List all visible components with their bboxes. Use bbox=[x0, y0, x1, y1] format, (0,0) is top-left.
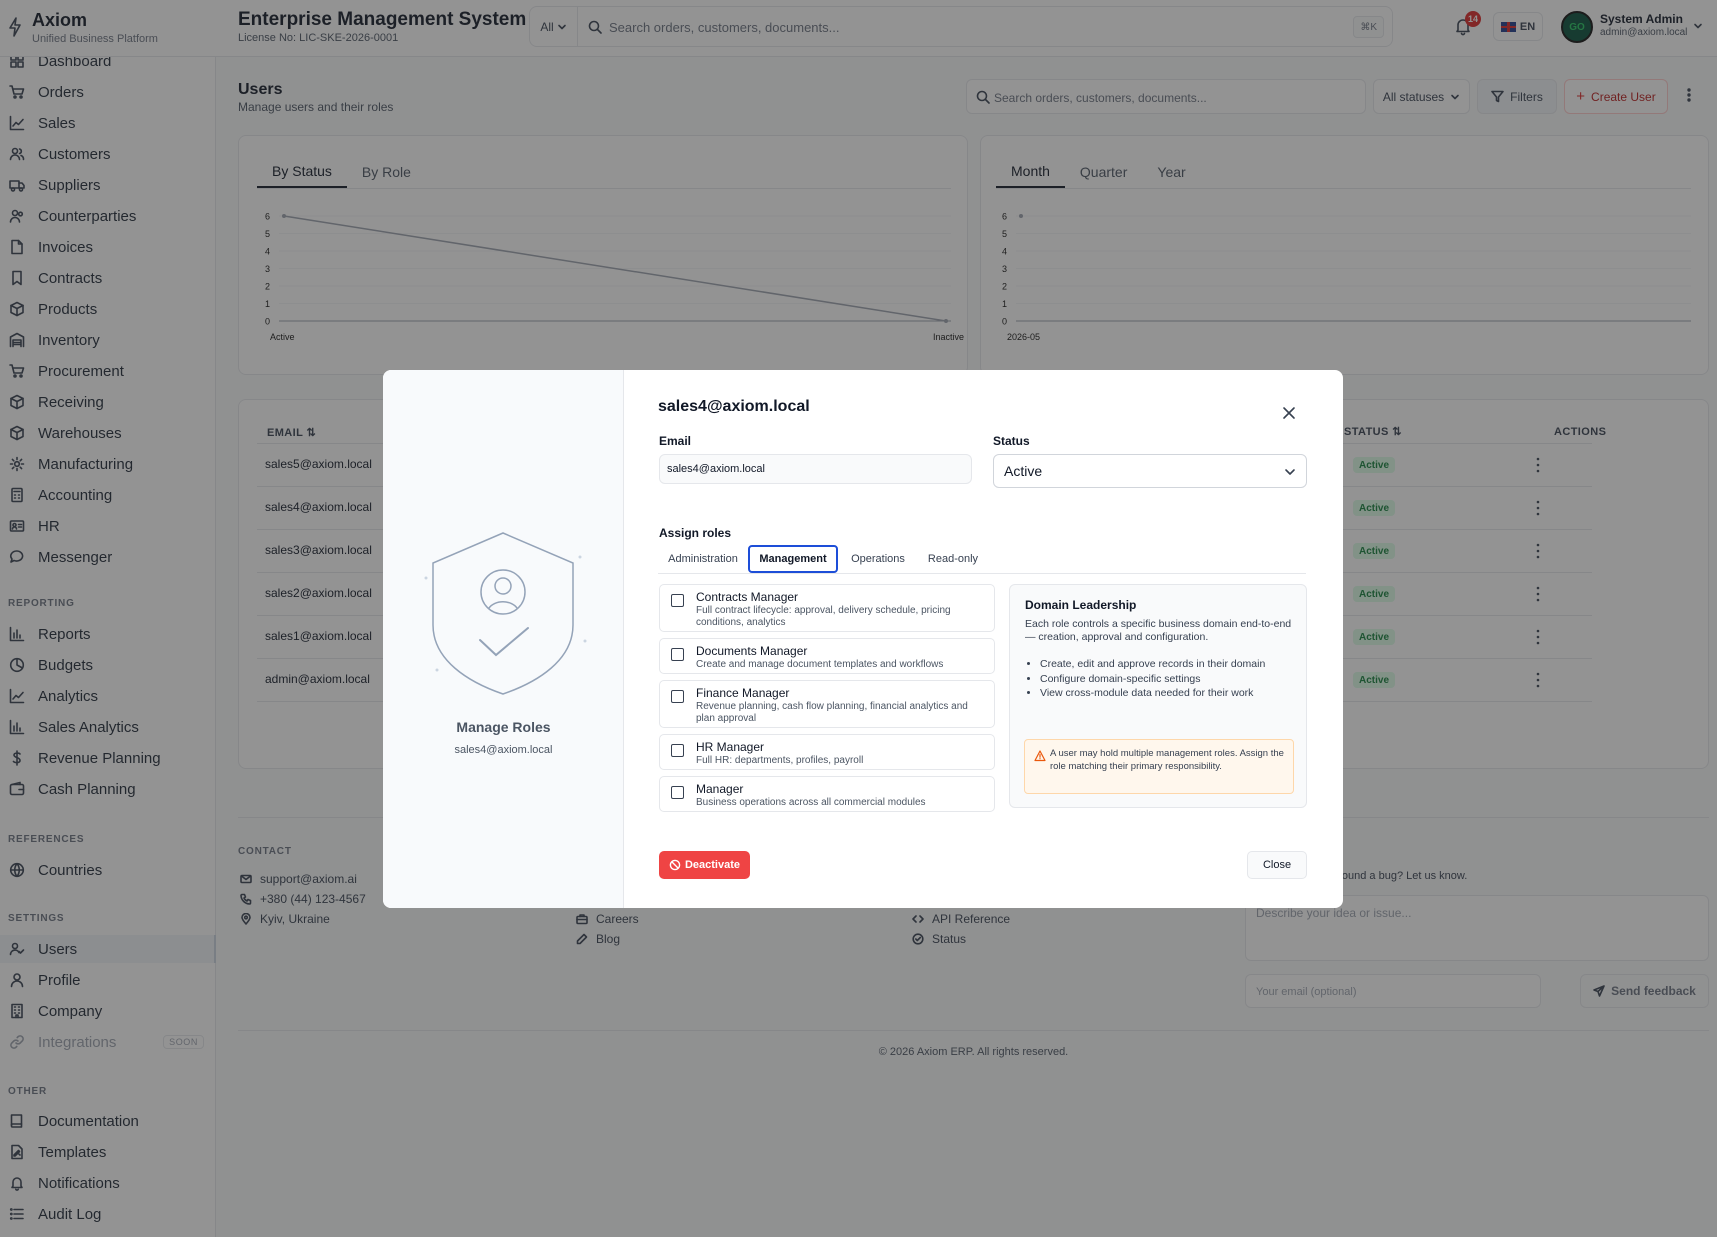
ban-icon bbox=[669, 859, 681, 871]
info-title: Domain Leadership bbox=[1025, 598, 1137, 612]
info-points: Create, edit and approve records in thei… bbox=[1040, 657, 1265, 701]
status-select-value: Active bbox=[1004, 463, 1043, 479]
deactivate-label: Deactivate bbox=[684, 859, 741, 871]
close-icon[interactable] bbox=[1282, 406, 1296, 420]
role-description: Full HR: departments, profiles, payroll bbox=[696, 755, 864, 766]
close-button[interactable]: Close bbox=[1247, 851, 1307, 879]
role-checkbox[interactable] bbox=[671, 786, 684, 799]
shield-user-icon bbox=[424, 532, 587, 695]
app-root: DashboardOrdersSalesCustomersSuppliersCo… bbox=[0, 0, 1717, 1237]
status-label: Status bbox=[993, 434, 1030, 448]
role-description: Create and manage document templates and… bbox=[696, 659, 944, 670]
deactivate-button[interactable]: Deactivate bbox=[659, 851, 750, 879]
role-description: Business operations across all commercia… bbox=[696, 797, 926, 808]
manage-roles-dialog: Manage Roles sales4@axiom.local sales4@a… bbox=[383, 370, 1343, 908]
side-panel-title: Manage Roles bbox=[456, 719, 551, 735]
warning-text: A user may hold multiple management role… bbox=[1050, 748, 1284, 772]
role-option[interactable]: Manager Business operations across all co… bbox=[659, 776, 995, 812]
role-option[interactable]: Finance Manager Revenue planning, cash fl… bbox=[659, 680, 995, 728]
info-description: Each role controls a specific business d… bbox=[1025, 618, 1292, 643]
role-name: HR Manager bbox=[696, 740, 765, 754]
role-option[interactable]: Contracts Manager Full contract lifecycle… bbox=[659, 584, 995, 632]
tab-management[interactable]: Management bbox=[748, 545, 838, 573]
role-option[interactable]: HR Manager Full HR: departments, profiles… bbox=[659, 734, 995, 770]
warning-callout: A user may hold multiple management role… bbox=[1024, 739, 1294, 794]
info-point: View cross-module data needed for their … bbox=[1040, 686, 1265, 701]
role-name: Contracts Manager bbox=[696, 590, 799, 604]
role-description: Full contract lifecycle: approval, deliv… bbox=[696, 605, 951, 628]
role-category-tabs: Administration Management Operations Rea… bbox=[658, 545, 1306, 574]
chevron-down-icon bbox=[1285, 469, 1295, 475]
role-name: Documents Manager bbox=[696, 644, 808, 658]
role-checkbox[interactable] bbox=[671, 744, 684, 757]
tab-operations[interactable]: Operations bbox=[840, 545, 916, 573]
dialog-title: sales4@axiom.local bbox=[658, 398, 810, 415]
email-label: Email bbox=[659, 434, 692, 448]
tab-administration[interactable]: Administration bbox=[658, 545, 748, 573]
tab-read-only[interactable]: Read-only bbox=[918, 545, 988, 573]
status-select[interactable]: Active bbox=[993, 454, 1307, 488]
role-name: Manager bbox=[696, 782, 744, 796]
email-field[interactable]: sales4@axiom.local bbox=[659, 454, 972, 484]
role-info-panel: Domain Leadership Each role controls a s… bbox=[1009, 584, 1307, 808]
dialog-side-panel: Manage Roles sales4@axiom.local bbox=[383, 370, 624, 908]
role-checkbox[interactable] bbox=[671, 690, 684, 703]
info-point: Configure domain-specific settings bbox=[1040, 672, 1265, 687]
role-option[interactable]: Documents Manager Create and manage docum… bbox=[659, 638, 995, 674]
role-name: Finance Manager bbox=[696, 686, 790, 700]
info-point: Create, edit and approve records in thei… bbox=[1040, 657, 1265, 672]
warning-icon bbox=[1034, 750, 1046, 762]
assign-roles-label: Assign roles bbox=[659, 526, 732, 540]
role-description: Revenue planning, cash flow planning, fi… bbox=[696, 701, 968, 724]
role-checkbox[interactable] bbox=[671, 648, 684, 661]
side-panel-email: sales4@axiom.local bbox=[454, 744, 553, 756]
role-checkbox[interactable] bbox=[671, 594, 684, 607]
